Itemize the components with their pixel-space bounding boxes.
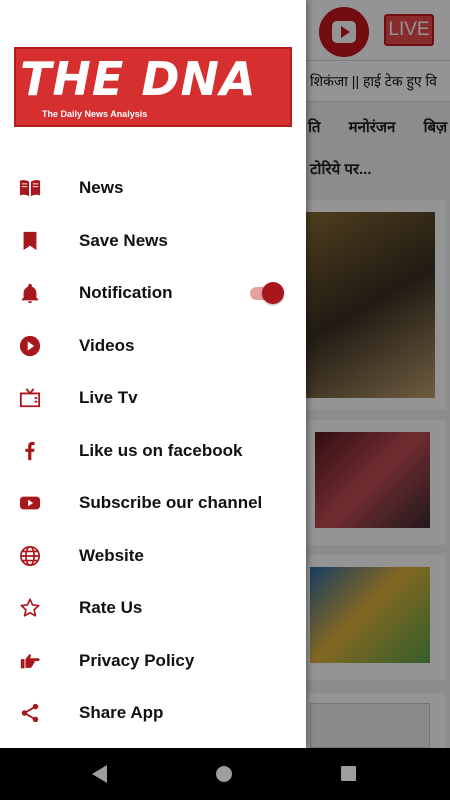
menu-item-news[interactable]: News	[0, 162, 306, 215]
menu-item-label: Rate Us	[79, 598, 143, 618]
recent-apps-icon[interactable]	[341, 766, 356, 781]
menu-item-website[interactable]: Website	[0, 530, 306, 583]
play-circle-icon	[19, 335, 41, 357]
menu-item-label: Videos	[79, 335, 135, 355]
menu-item-live-tv[interactable]: Live Tv	[0, 372, 306, 425]
menu-item-videos[interactable]: Videos	[0, 320, 306, 373]
home-icon[interactable]	[216, 766, 232, 782]
drawer-menu: News Save News Notification Videos Live …	[0, 162, 306, 740]
hand-point-icon	[19, 650, 41, 672]
menu-item-label: Website	[79, 545, 144, 565]
share-icon	[19, 702, 41, 724]
menu-item-label: Notification	[79, 283, 173, 303]
menu-item-rate-us[interactable]: Rate Us	[0, 582, 306, 635]
menu-item-label: Share App	[79, 703, 164, 723]
system-nav-bar	[0, 748, 450, 800]
youtube-icon	[19, 492, 41, 514]
menu-item-facebook[interactable]: Like us on facebook	[0, 425, 306, 478]
menu-item-privacy-policy[interactable]: Privacy Policy	[0, 635, 306, 688]
menu-item-share-app[interactable]: Share App	[0, 687, 306, 740]
notification-toggle[interactable]	[250, 282, 284, 304]
menu-item-label: News	[79, 178, 124, 198]
back-icon[interactable]	[92, 765, 107, 783]
menu-item-label: Subscribe our channel	[79, 493, 263, 513]
menu-item-label: Privacy Policy	[79, 650, 195, 670]
menu-item-subscribe-channel[interactable]: Subscribe our channel	[0, 477, 306, 530]
tv-icon	[19, 387, 41, 409]
logo-title: THE DNA	[20, 52, 257, 106]
menu-item-notification[interactable]: Notification	[0, 267, 306, 320]
globe-icon	[19, 545, 41, 567]
menu-item-save-news[interactable]: Save News	[0, 215, 306, 268]
logo-subtitle: The Daily News Analysis	[42, 109, 148, 119]
toggle-knob	[262, 282, 284, 304]
navigation-drawer: THE DNA The Daily News Analysis News Sav…	[0, 0, 306, 748]
menu-item-label: Live Tv	[79, 388, 138, 408]
menu-item-label: Like us on facebook	[79, 440, 243, 460]
star-outline-icon	[19, 597, 41, 619]
facebook-icon	[19, 440, 41, 462]
bell-icon	[19, 282, 41, 304]
menu-item-label: Save News	[79, 230, 168, 250]
app-logo: THE DNA The Daily News Analysis	[14, 47, 292, 127]
bookmark-icon	[19, 230, 41, 252]
book-open-icon	[19, 177, 41, 199]
